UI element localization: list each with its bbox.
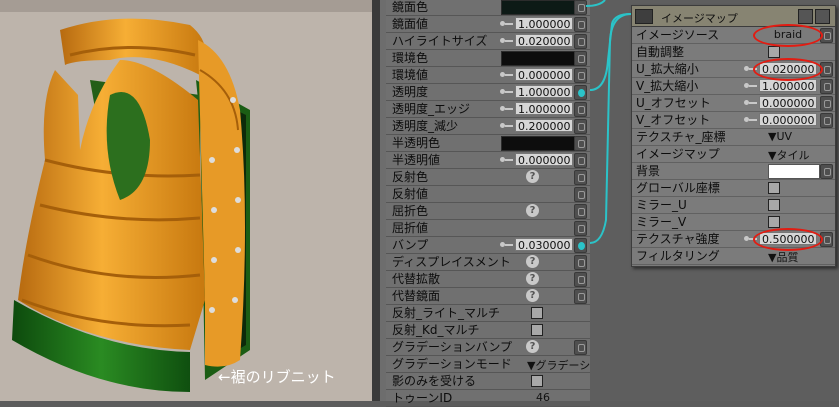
node-connection-wires — [585, 0, 632, 244]
